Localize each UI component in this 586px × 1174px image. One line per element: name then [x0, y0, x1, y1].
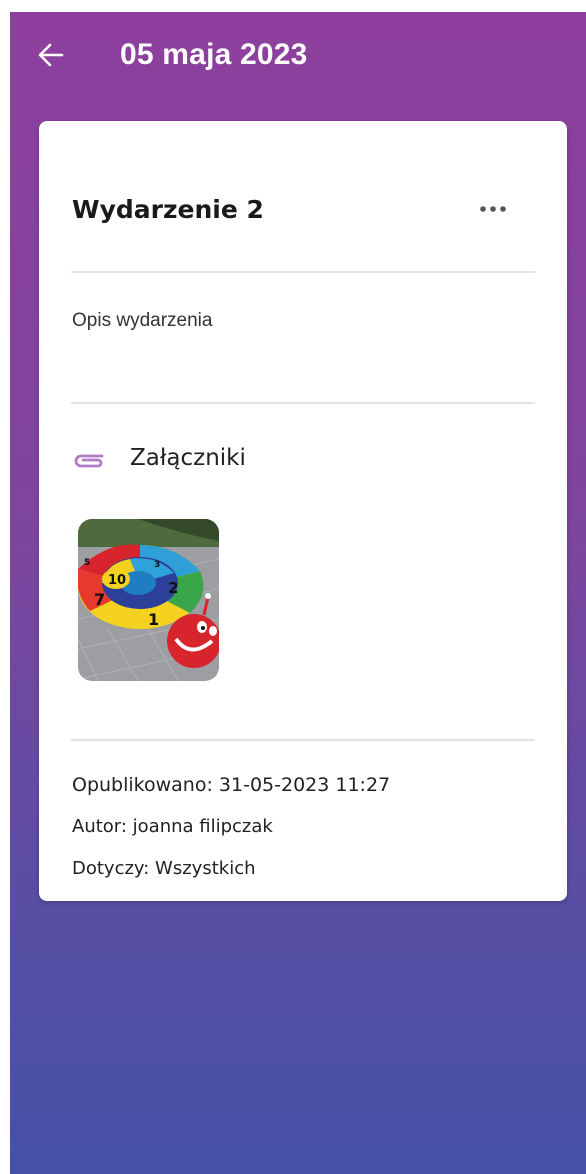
arrow-left-icon	[38, 43, 64, 67]
more-horizontal-icon	[480, 206, 506, 212]
svg-text:5: 5	[84, 558, 90, 568]
attachment-thumbnail[interactable]: 10 7 2 1 5 3	[78, 519, 219, 681]
back-button[interactable]	[34, 38, 68, 72]
screen-background: 05 maja 2023 Wydarzenie 2 Opis wydarzeni…	[10, 12, 586, 1174]
svg-text:3: 3	[154, 560, 160, 570]
app-bar: 05 maja 2023	[10, 12, 586, 104]
event-title: Wydarzenie 2	[72, 195, 264, 224]
divider	[71, 271, 535, 273]
svg-text:2: 2	[168, 579, 178, 597]
more-options-button[interactable]	[471, 191, 515, 227]
author: Autor: joanna filipczak	[72, 816, 273, 837]
attachments-label: Załączniki	[130, 445, 246, 471]
audience: Dotyczy: Wszystkich	[72, 858, 256, 879]
paperclip-icon	[74, 454, 104, 468]
published-date: Opublikowano: 31-05-2023 11:27	[72, 774, 391, 796]
snail-hopscotch-image: 10 7 2 1 5 3	[78, 519, 219, 681]
svg-text:1: 1	[148, 610, 159, 629]
divider	[71, 402, 535, 404]
event-card: Wydarzenie 2 Opis wydarzenia Załączniki	[39, 121, 567, 901]
svg-text:10: 10	[108, 573, 126, 588]
svg-text:7: 7	[94, 590, 105, 609]
divider	[71, 739, 535, 741]
page-title: 05 maja 2023	[120, 38, 308, 71]
event-description: Opis wydarzenia	[72, 310, 213, 331]
